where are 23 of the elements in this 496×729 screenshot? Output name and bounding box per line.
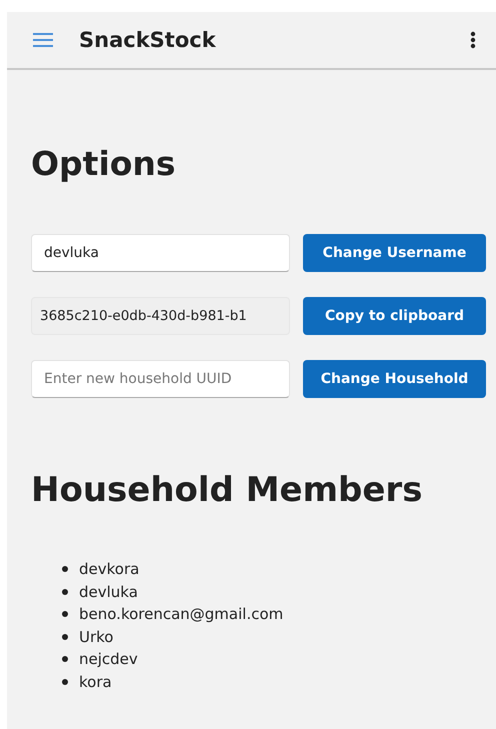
input-field[interactable]: Enter new household UUID xyxy=(31,360,290,398)
action-button[interactable]: Change Username xyxy=(303,234,486,272)
bullet-icon xyxy=(62,656,68,662)
options-heading: Options xyxy=(31,144,177,184)
input-field[interactable]: 3685c210-e0db-430d-b981-b1 xyxy=(31,297,290,335)
member-name: nejcdev xyxy=(79,650,138,668)
member-name: Urko xyxy=(79,628,114,646)
member-name: devluka xyxy=(79,582,138,601)
action-button[interactable]: Copy to clipboard xyxy=(303,297,486,335)
member-name: beno.korencan@gmail.com xyxy=(79,605,284,624)
members-heading: Household Members xyxy=(31,470,424,510)
input-field[interactable]: devluka xyxy=(31,234,290,272)
action-button[interactable]: Change Household xyxy=(303,360,486,398)
app-title: SnackStock xyxy=(79,28,216,52)
bullet-icon xyxy=(62,588,68,595)
bullet-icon xyxy=(62,678,68,685)
member-name: kora xyxy=(79,672,112,691)
bullet-icon xyxy=(62,634,68,640)
more-icon[interactable] xyxy=(470,31,476,49)
bullet-icon xyxy=(62,566,68,572)
bullet-icon xyxy=(62,611,68,618)
member-name: devkora xyxy=(79,560,140,578)
menu-icon[interactable] xyxy=(33,33,53,47)
